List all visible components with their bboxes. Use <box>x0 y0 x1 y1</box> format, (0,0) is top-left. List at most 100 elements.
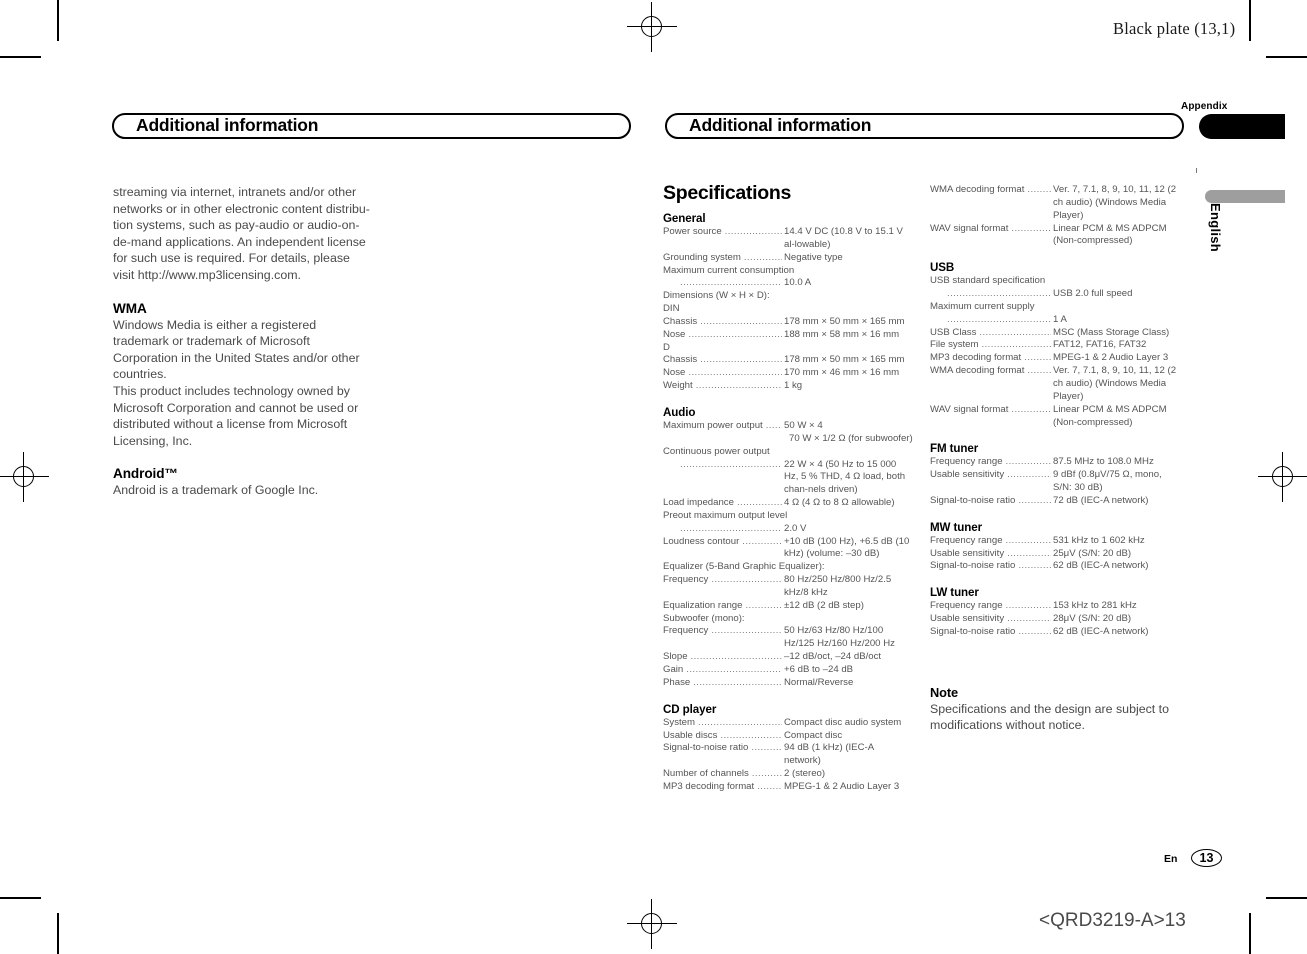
spec-section-heading: USB <box>930 261 955 275</box>
spec-leader-dots: ........................................… <box>743 251 782 263</box>
spec-row: WAV signal format.......................… <box>930 223 1182 249</box>
spec-subheading-line: Equalizer (5-Band Graphic Equalizer): <box>663 561 825 573</box>
spec-row: Equalization range......................… <box>663 600 913 613</box>
left-section-body: This product includes technology owned b… <box>113 383 359 448</box>
spec-row: Frequency...............................… <box>663 625 913 651</box>
spec-label: Loudness contour <box>663 535 740 547</box>
spec-row: Usable sensitivity......................… <box>930 548 1182 561</box>
spec-label: MP3 decoding format <box>930 352 1022 364</box>
spec-leader-dots: ........................................… <box>695 380 782 392</box>
spec-value: 25μV (S/N: 20 dB) <box>1053 547 1132 559</box>
spec-section-spacer <box>663 690 913 703</box>
spec-leader-dots: ........................................… <box>720 729 782 741</box>
spec-column-a: GeneralPower source.....................… <box>663 212 913 794</box>
spec-label: Maximum power output <box>663 419 763 431</box>
crop-mark-top-left-vertical <box>57 0 59 41</box>
spec-label: Frequency <box>663 574 709 586</box>
spec-row: Loudness contour........................… <box>663 536 913 562</box>
spec-subheading-line: Maximum current supply <box>930 300 1035 312</box>
spec-value: 1 A <box>1053 313 1067 325</box>
crop-mark-top-left-horizontal <box>0 56 41 58</box>
spec-leader-dots: ........................................… <box>742 535 782 547</box>
spec-value: Compact disc audio system <box>784 716 902 728</box>
spec-value: Normal/Reverse <box>784 676 854 688</box>
spec-row-indented: ........................................… <box>930 288 1182 301</box>
spec-value: Negative type <box>784 251 843 263</box>
spec-row: Frequency...............................… <box>663 574 913 600</box>
spec-leader-dots: ........................................… <box>724 226 782 237</box>
left-page-sections: WMA Windows Media is either a registered … <box>113 284 371 499</box>
spec-subheading-line: Subwoofer (mono): <box>663 612 745 624</box>
spec-label: MP3 decoding format <box>663 780 755 792</box>
chapter-banner-left: Additional information <box>112 113 631 139</box>
spec-leader-dots: ........................................… <box>1027 184 1051 195</box>
spec-row: Phase...................................… <box>663 677 913 690</box>
spec-section-heading: Audio <box>663 405 696 419</box>
spec-row: Nose....................................… <box>663 367 913 380</box>
spec-leader-dots: ........................................… <box>745 599 782 611</box>
spec-label: Load impedance <box>663 497 734 509</box>
appendix-tab-bar <box>1199 114 1285 139</box>
black-plate-label: Black plate (13,1) <box>1113 19 1236 38</box>
crop-mark-bottom-left-vertical <box>57 913 59 954</box>
spec-value: MPEG-1 & 2 Audio Layer 3 <box>1053 352 1169 364</box>
spec-value: 2.0 V <box>784 522 807 534</box>
spec-label: Chassis <box>663 354 698 366</box>
spec-value: +10 dB (100 Hz), +6.5 dB (10 kHz) (volum… <box>784 535 910 560</box>
spec-label: Signal-to-noise ratio <box>930 494 1016 506</box>
spec-label: Signal-to-noise ratio <box>930 625 1016 637</box>
spec-label: WMA decoding format <box>930 365 1025 377</box>
spec-value: Linear PCM & MS ADPCM (Non-compressed) <box>1053 222 1167 247</box>
spec-value: 1 kg <box>784 380 803 392</box>
spec-leader-dots: ........................................… <box>1005 534 1051 546</box>
spec-section-heading: General <box>663 212 706 225</box>
spec-label: Frequency <box>663 625 709 637</box>
registration-mark-right-center <box>1258 452 1307 502</box>
registration-mark-left-center <box>0 452 49 502</box>
spec-row-indented: ........................................… <box>930 314 1182 327</box>
spec-value: Ver. 7, 7.1, 8, 9, 10, 11, 12 (2 ch audi… <box>1053 184 1177 221</box>
language-tab-bar <box>1205 190 1285 203</box>
spec-value: +6 dB to –24 dB <box>784 664 854 675</box>
spec-value: 94 dB (1 kHz) (IEC-A network) <box>784 742 874 767</box>
spec-value: 87.5 MHz to 108.0 MHz <box>1053 456 1154 468</box>
spec-leader-dots: ........................................… <box>1005 600 1051 612</box>
spec-label: Usable sensitivity <box>930 613 1005 625</box>
spec-label: Signal-to-noise ratio <box>663 742 749 754</box>
spec-leader-dots: ........................................… <box>736 497 782 509</box>
footer-page-number: 13 <box>1191 849 1222 867</box>
spec-value: USB 2.0 full speed <box>1053 288 1133 300</box>
spec-leader-dots: ........................................… <box>1018 625 1051 637</box>
spec-leader-dots: ........................................… <box>1007 469 1051 481</box>
spec-label: USB Class <box>930 326 977 338</box>
spec-value: 170 mm × 46 mm × 16 mm <box>784 367 900 379</box>
spec-subheading-line: Preout maximum output level <box>663 509 788 521</box>
spec-value: 62 dB (IEC-A network) <box>1053 625 1149 637</box>
spec-section-spacer <box>930 508 1182 521</box>
spec-row: Frequency range.........................… <box>930 535 1182 548</box>
spec-section-heading: FM tuner <box>930 442 979 456</box>
spec-label: Phase <box>663 676 691 688</box>
spec-row: Usable discs............................… <box>663 730 913 743</box>
spec-leader-dots: ........................................… <box>1018 494 1051 506</box>
spec-leader-dots: ........................................… <box>693 676 782 688</box>
spec-label: Usable discs <box>663 729 718 741</box>
spec-row: WMA decoding format.....................… <box>930 184 1182 223</box>
footer-language-code: En <box>1164 853 1178 865</box>
spec-leader-dots: ........................................… <box>688 328 782 340</box>
spec-row: USB Class...............................… <box>930 327 1182 340</box>
spec-row: Signal-to-noise ratio...................… <box>663 742 913 768</box>
spec-row: MP3 decoding format.....................… <box>930 352 1182 365</box>
spec-label: Nose <box>663 367 686 379</box>
spec-section-spacer <box>930 248 1182 261</box>
spec-section-spacer <box>663 393 913 406</box>
spec-label: Number of channels <box>663 768 749 780</box>
crop-mark-bottom-right-vertical <box>1249 913 1251 954</box>
spec-row: Frequency range.........................… <box>930 456 1182 469</box>
spec-value: 2 (stereo) <box>784 768 826 780</box>
spec-section-spacer <box>930 573 1182 586</box>
spec-leader-dots: ........................................… <box>1011 222 1051 234</box>
spec-row: WAV signal format.......................… <box>930 404 1182 430</box>
specifications-title: Specifications <box>663 182 792 204</box>
